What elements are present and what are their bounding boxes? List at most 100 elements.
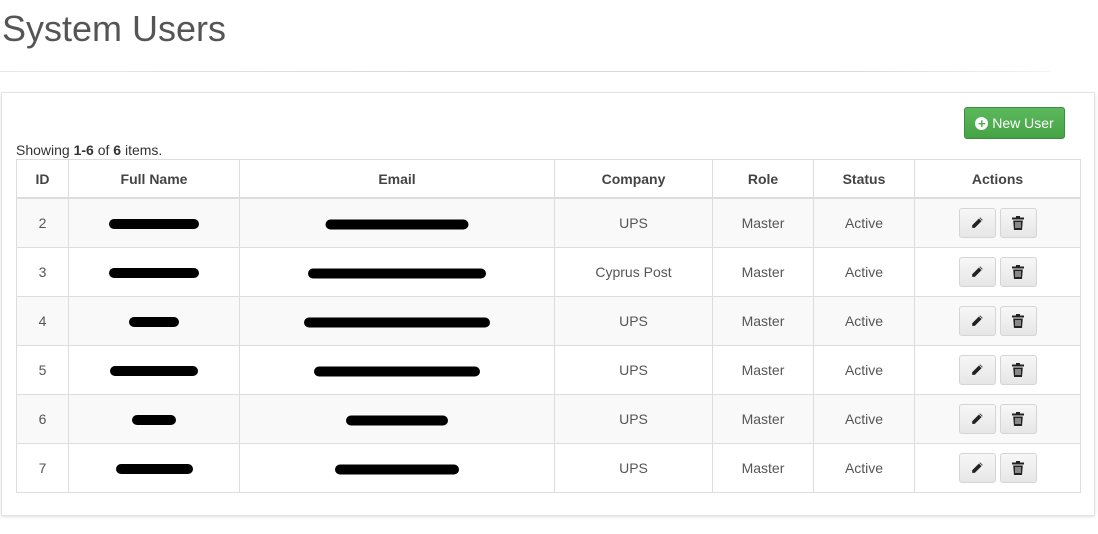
table-header-row: ID Full Name Email Company Role Status A…	[16, 159, 1081, 199]
edit-button[interactable]	[958, 404, 996, 434]
cell-id: 4	[16, 296, 69, 346]
summary-total: 6	[113, 142, 122, 158]
delete-button[interactable]	[999, 306, 1037, 336]
column-header-role[interactable]: Role	[712, 159, 814, 199]
pencil-icon	[970, 216, 984, 230]
cell-full-name	[68, 197, 240, 248]
table-row: 3 Cyprus Post Master Active	[16, 247, 1081, 297]
edit-button[interactable]	[958, 355, 996, 385]
cell-actions	[914, 247, 1081, 297]
cell-email	[239, 296, 555, 346]
column-header-id[interactable]: ID	[16, 159, 69, 199]
delete-button[interactable]	[999, 453, 1037, 483]
cell-company: UPS	[554, 296, 713, 346]
cell-email	[239, 345, 555, 395]
cell-status: Active	[813, 296, 915, 346]
cell-id: 3	[16, 247, 69, 297]
cell-full-name	[68, 443, 240, 493]
redaction-mark	[308, 268, 486, 279]
column-header-company[interactable]: Company	[554, 159, 713, 199]
cell-id: 7	[16, 443, 69, 493]
cell-status: Active	[813, 443, 915, 493]
delete-button[interactable]	[999, 208, 1037, 238]
redaction-mark	[110, 366, 198, 377]
plus-circle-icon: +	[975, 116, 989, 130]
cell-status: Active	[813, 197, 915, 248]
redaction-mark	[115, 464, 193, 475]
cell-actions	[914, 345, 1081, 395]
column-header-status[interactable]: Status	[813, 159, 915, 199]
cell-status: Active	[813, 345, 915, 395]
pencil-icon	[970, 461, 984, 475]
trash-icon	[1012, 363, 1024, 377]
cell-full-name	[68, 247, 240, 297]
trash-icon	[1012, 412, 1024, 426]
summary-text: Showing 1-6 of 6 items.	[16, 142, 162, 158]
cell-company: UPS	[554, 197, 713, 248]
summary-of: of	[93, 142, 114, 158]
table-row: 7 UPS Master Active	[16, 443, 1081, 493]
cell-actions	[914, 443, 1081, 493]
cell-company: UPS	[554, 345, 713, 395]
delete-button[interactable]	[999, 257, 1037, 287]
cell-actions	[914, 394, 1081, 444]
cell-status: Active	[813, 247, 915, 297]
cell-id: 6	[16, 394, 69, 444]
pencil-icon	[970, 314, 984, 328]
redaction-mark	[109, 268, 199, 279]
cell-role: Master	[712, 394, 814, 444]
trash-icon	[1012, 461, 1024, 475]
trash-icon	[1012, 265, 1024, 279]
redaction-mark	[109, 219, 199, 230]
cell-id: 5	[16, 345, 69, 395]
cell-email	[239, 197, 555, 248]
cell-email	[239, 247, 555, 297]
title-divider	[0, 71, 1050, 72]
cell-actions	[914, 197, 1081, 248]
redaction-mark	[132, 415, 176, 426]
trash-icon	[1012, 216, 1024, 230]
cell-email	[239, 443, 555, 493]
cell-role: Master	[712, 443, 814, 493]
users-table: ID Full Name Email Company Role Status A…	[16, 159, 1081, 493]
cell-actions	[914, 296, 1081, 346]
pencil-icon	[970, 412, 984, 426]
cell-email	[239, 394, 555, 444]
cell-role: Master	[712, 296, 814, 346]
delete-button[interactable]	[999, 355, 1037, 385]
pencil-icon	[970, 265, 984, 279]
page-title: System Users	[2, 8, 227, 49]
edit-button[interactable]	[958, 306, 996, 336]
edit-button[interactable]	[958, 208, 996, 238]
cell-role: Master	[712, 197, 814, 248]
redaction-mark	[335, 464, 459, 475]
table-row: 2 UPS Master Active	[16, 197, 1081, 248]
column-header-full-name[interactable]: Full Name	[68, 159, 240, 199]
redaction-mark	[314, 366, 480, 377]
redaction-mark	[129, 317, 179, 328]
cell-company: UPS	[554, 394, 713, 444]
table-row: 5 UPS Master Active	[16, 345, 1081, 395]
column-header-actions: Actions	[914, 159, 1081, 199]
summary-suffix: items.	[121, 142, 163, 158]
table-row: 4 UPS Master Active	[16, 296, 1081, 346]
redaction-mark	[346, 415, 448, 426]
pencil-icon	[970, 363, 984, 377]
trash-icon	[1012, 314, 1024, 328]
edit-button[interactable]	[958, 257, 996, 287]
edit-button[interactable]	[958, 453, 996, 483]
cell-role: Master	[712, 247, 814, 297]
summary-prefix: Showing	[16, 142, 74, 158]
column-header-email[interactable]: Email	[239, 159, 555, 199]
delete-button[interactable]	[999, 404, 1037, 434]
cell-company: UPS	[554, 443, 713, 493]
cell-role: Master	[712, 345, 814, 395]
cell-full-name	[68, 345, 240, 395]
cell-company: Cyprus Post	[554, 247, 713, 297]
redaction-mark	[325, 219, 469, 230]
new-user-button[interactable]: + New User	[964, 107, 1065, 139]
cell-id: 2	[16, 197, 69, 248]
summary-range: 1-6	[73, 142, 94, 158]
table-row: 6 UPS Master Active	[16, 394, 1081, 444]
cell-full-name	[68, 296, 240, 346]
